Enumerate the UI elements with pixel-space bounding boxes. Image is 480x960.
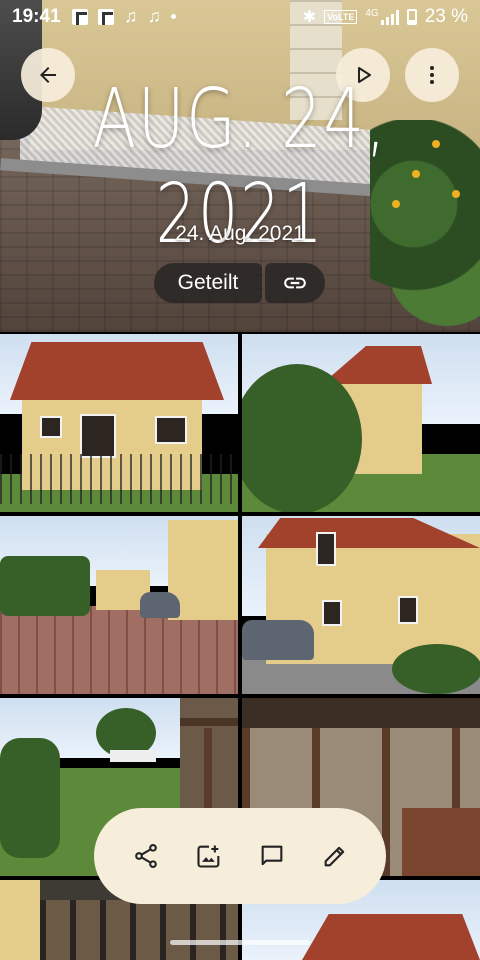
add-to-album-button[interactable] [187, 834, 231, 878]
network-type: 4G [365, 7, 379, 19]
facebook-icon [72, 8, 88, 25]
battery-level: 23 % [424, 6, 468, 27]
thumb-shrub [0, 738, 60, 858]
album-date: 24. Aug. 2021 [175, 222, 305, 245]
thumb-pergola [40, 900, 238, 960]
bottom-action-bar [94, 808, 386, 904]
thumb-pergola-roof [242, 698, 480, 728]
comment-icon [261, 845, 282, 866]
tiktok-icon: ♫ [124, 6, 138, 26]
thumb-roof [10, 342, 224, 400]
tiktok-icon: ♫ [147, 6, 162, 26]
thumb-window [316, 532, 336, 566]
thumb-roof [302, 914, 480, 960]
thumb-wall [0, 880, 40, 960]
bluetooth-icon: ✱ [302, 9, 317, 26]
add-photo-icon [196, 845, 219, 868]
share-button[interactable] [124, 834, 168, 878]
status-time: 19:41 [12, 6, 61, 27]
thumb-hedge [0, 556, 90, 616]
edit-button[interactable] [313, 834, 357, 878]
thumb-window [40, 416, 62, 438]
thumb-window [322, 600, 342, 626]
photo-thumbnail[interactable] [0, 516, 238, 694]
thumb-window [398, 596, 418, 624]
photo-thumbnail[interactable] [0, 334, 238, 512]
facebook-icon [98, 8, 114, 25]
thumb-window [155, 416, 187, 444]
thumb-pavilion [110, 750, 156, 762]
comment-button[interactable] [250, 834, 294, 878]
thumb-plants [392, 644, 480, 694]
thumb-bench [402, 808, 480, 876]
hero-flower [432, 140, 440, 148]
share-icon [134, 843, 157, 869]
thumb-car [140, 592, 180, 618]
hero-flower [452, 190, 460, 198]
system-icons: ✱ VoLTE 4G 23 % [303, 6, 468, 28]
thumb-fence [0, 454, 238, 504]
signal-icon [380, 9, 399, 25]
notification-icons: ♫ ♫ [72, 6, 176, 27]
photo-thumbnail[interactable] [242, 516, 480, 694]
link-icon [284, 277, 306, 289]
edit-icon [324, 846, 344, 867]
thumb-car [242, 620, 314, 660]
more-notifications-icon [171, 14, 176, 19]
volte-badge: VoLTE [324, 10, 358, 24]
link-button[interactable] [265, 263, 325, 303]
home-indicator[interactable] [170, 940, 310, 945]
status-bar: 19:41 ♫ ♫ ✱ VoLTE 4G 23 % [0, 0, 480, 34]
thumb-door [80, 414, 116, 458]
photo-thumbnail[interactable] [242, 334, 480, 512]
battery-icon [406, 9, 417, 25]
shared-label: Geteilt [177, 271, 239, 294]
thumb-beam [180, 718, 238, 726]
shared-button[interactable]: Geteilt [154, 263, 262, 303]
